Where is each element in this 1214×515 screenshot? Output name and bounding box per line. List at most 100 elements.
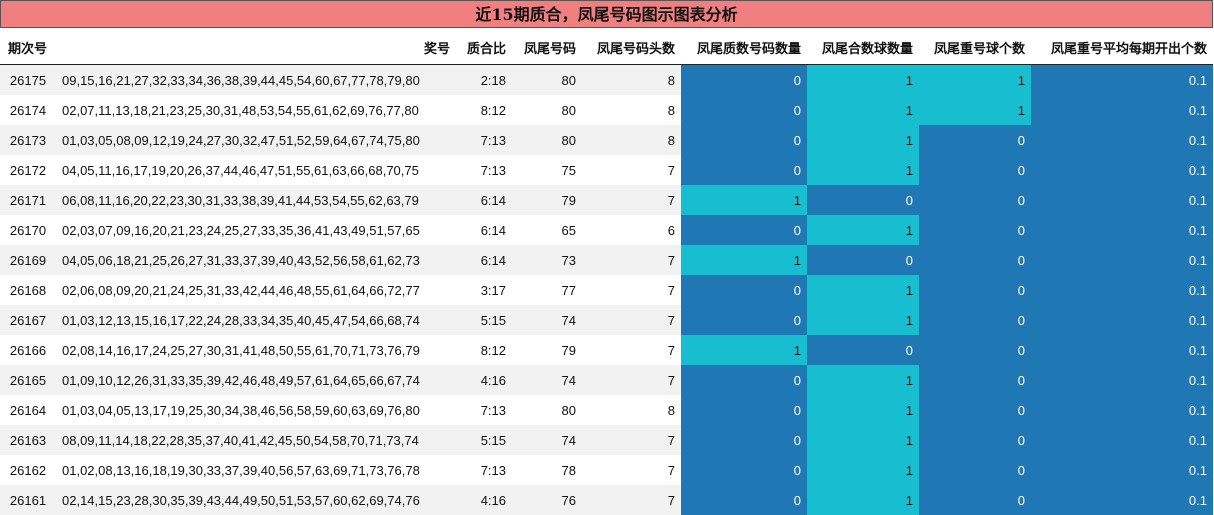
cell-ratio: 6:14 xyxy=(456,215,512,245)
cell-numbers: 04,05,11,16,17,19,20,26,37,44,46,47,51,5… xyxy=(56,155,456,185)
cell-tail-repeat-count: 0 xyxy=(919,185,1031,215)
cell-numbers: 01,03,04,05,13,17,19,25,30,34,38,46,56,5… xyxy=(56,395,456,425)
cell-tail-composite-count: 1 xyxy=(807,425,919,455)
cell-numbers: 04,05,06,18,21,25,26,27,31,33,37,39,40,4… xyxy=(56,245,456,275)
cell-tail-number: 80 xyxy=(512,64,582,95)
cell-period: 26163 xyxy=(0,425,56,455)
header-period: 期次号 xyxy=(0,30,56,65)
cell-tail-head-count: 7 xyxy=(582,245,681,275)
cell-tail-number: 74 xyxy=(512,425,582,455)
cell-numbers: 02,06,08,09,20,21,24,25,31,33,42,44,46,4… xyxy=(56,275,456,305)
cell-tail-composite-count: 0 xyxy=(807,335,919,365)
cell-tail-composite-count: 0 xyxy=(807,245,919,275)
cell-tail-head-count: 7 xyxy=(582,425,681,455)
table-row: 26162 01,02,08,13,16,18,19,30,33,37,39,40… xyxy=(0,455,1213,485)
table-row: 26170 02,03,07,09,16,20,21,23,24,25,27,33… xyxy=(0,215,1213,245)
cell-ratio: 3:17 xyxy=(456,275,512,305)
cell-tail-number: 79 xyxy=(512,335,582,365)
header-tail-prime-count: 凤尾质数号码数量 xyxy=(681,30,807,65)
cell-tail-number: 77 xyxy=(512,275,582,305)
cell-tail-number: 75 xyxy=(512,155,582,185)
cell-tail-repeat-count: 1 xyxy=(919,64,1031,95)
cell-tail-head-count: 8 xyxy=(582,395,681,425)
table-title: 近15期质合，凤尾号码图示图表分析 xyxy=(0,0,1213,28)
cell-tail-prime-count: 0 xyxy=(681,125,807,155)
cell-tail-repeat-average: 0.1 xyxy=(1031,64,1213,95)
table-row: 26174 02,07,11,13,18,21,23,25,30,31,48,53… xyxy=(0,95,1213,125)
cell-tail-number: 76 xyxy=(512,485,582,515)
cell-tail-repeat-count: 0 xyxy=(919,275,1031,305)
cell-tail-number: 78 xyxy=(512,455,582,485)
cell-tail-prime-count: 0 xyxy=(681,95,807,125)
table-row: 26167 01,03,12,13,15,16,17,22,24,28,33,34… xyxy=(0,305,1213,335)
cell-tail-repeat-average: 0.1 xyxy=(1031,275,1213,305)
cell-tail-repeat-count: 0 xyxy=(919,125,1031,155)
cell-tail-number: 80 xyxy=(512,395,582,425)
cell-tail-composite-count: 1 xyxy=(807,275,919,305)
cell-period: 26165 xyxy=(0,365,56,395)
cell-period: 26170 xyxy=(0,215,56,245)
cell-tail-composite-count: 1 xyxy=(807,305,919,335)
cell-tail-composite-count: 1 xyxy=(807,365,919,395)
cell-tail-composite-count: 1 xyxy=(807,455,919,485)
cell-period: 26166 xyxy=(0,335,56,365)
cell-tail-prime-count: 0 xyxy=(681,455,807,485)
cell-ratio: 5:15 xyxy=(456,305,512,335)
cell-tail-repeat-count: 0 xyxy=(919,305,1031,335)
cell-tail-repeat-average: 0.1 xyxy=(1031,155,1213,185)
cell-tail-repeat-average: 0.1 xyxy=(1031,95,1213,125)
cell-tail-repeat-average: 0.1 xyxy=(1031,365,1213,395)
cell-tail-prime-count: 0 xyxy=(681,275,807,305)
cell-tail-composite-count: 1 xyxy=(807,95,919,125)
cell-numbers: 02,08,14,16,17,24,25,27,30,31,41,48,50,5… xyxy=(56,335,456,365)
cell-period: 26171 xyxy=(0,185,56,215)
cell-tail-head-count: 7 xyxy=(582,155,681,185)
header-tail-repeat-average: 凤尾重号平均每期开出个数 xyxy=(1031,30,1213,65)
table-row: 26165 01,09,10,12,26,31,33,35,39,42,46,48… xyxy=(0,365,1213,395)
cell-tail-head-count: 6 xyxy=(582,215,681,245)
cell-tail-number: 79 xyxy=(512,185,582,215)
cell-tail-number: 80 xyxy=(512,95,582,125)
cell-numbers: 01,09,10,12,26,31,33,35,39,42,46,48,49,5… xyxy=(56,365,456,395)
cell-tail-repeat-count: 0 xyxy=(919,395,1031,425)
cell-tail-repeat-count: 0 xyxy=(919,425,1031,455)
cell-numbers: 02,03,07,09,16,20,21,23,24,25,27,33,35,3… xyxy=(56,215,456,245)
cell-tail-repeat-average: 0.1 xyxy=(1031,245,1213,275)
cell-period: 26169 xyxy=(0,245,56,275)
cell-tail-head-count: 7 xyxy=(582,485,681,515)
cell-tail-prime-count: 0 xyxy=(681,215,807,245)
cell-ratio: 7:13 xyxy=(456,395,512,425)
table-row: 26168 02,06,08,09,20,21,24,25,31,33,42,44… xyxy=(0,275,1213,305)
cell-numbers: 01,03,05,08,09,12,19,24,27,30,32,47,51,5… xyxy=(56,125,456,155)
cell-tail-number: 80 xyxy=(512,125,582,155)
cell-tail-number: 73 xyxy=(512,245,582,275)
cell-ratio: 4:16 xyxy=(456,365,512,395)
cell-tail-repeat-average: 0.1 xyxy=(1031,185,1213,215)
cell-tail-prime-count: 0 xyxy=(681,485,807,515)
cell-ratio: 8:12 xyxy=(456,95,512,125)
cell-tail-repeat-count: 0 xyxy=(919,335,1031,365)
cell-tail-head-count: 7 xyxy=(582,275,681,305)
cell-tail-composite-count: 0 xyxy=(807,185,919,215)
cell-tail-prime-count: 0 xyxy=(681,305,807,335)
cell-tail-prime-count: 0 xyxy=(681,155,807,185)
cell-tail-head-count: 7 xyxy=(582,365,681,395)
cell-tail-head-count: 7 xyxy=(582,185,681,215)
cell-ratio: 6:14 xyxy=(456,185,512,215)
cell-tail-prime-count: 0 xyxy=(681,425,807,455)
cell-tail-head-count: 7 xyxy=(582,455,681,485)
cell-ratio: 7:13 xyxy=(456,455,512,485)
cell-tail-repeat-count: 0 xyxy=(919,485,1031,515)
table-row: 26169 04,05,06,18,21,25,26,27,31,33,37,39… xyxy=(0,245,1213,275)
cell-tail-composite-count: 1 xyxy=(807,64,919,95)
cell-period: 26168 xyxy=(0,275,56,305)
cell-tail-repeat-count: 0 xyxy=(919,455,1031,485)
cell-tail-head-count: 7 xyxy=(582,335,681,365)
cell-tail-repeat-count: 0 xyxy=(919,365,1031,395)
cell-ratio: 7:13 xyxy=(456,125,512,155)
cell-numbers: 02,14,15,23,28,30,35,39,43,44,49,50,51,5… xyxy=(56,485,456,515)
table-row: 26172 04,05,11,16,17,19,20,26,37,44,46,47… xyxy=(0,155,1213,185)
table-row: 26166 02,08,14,16,17,24,25,27,30,31,41,48… xyxy=(0,335,1213,365)
cell-tail-number: 74 xyxy=(512,305,582,335)
header-tail-number: 凤尾号码 xyxy=(512,30,582,65)
